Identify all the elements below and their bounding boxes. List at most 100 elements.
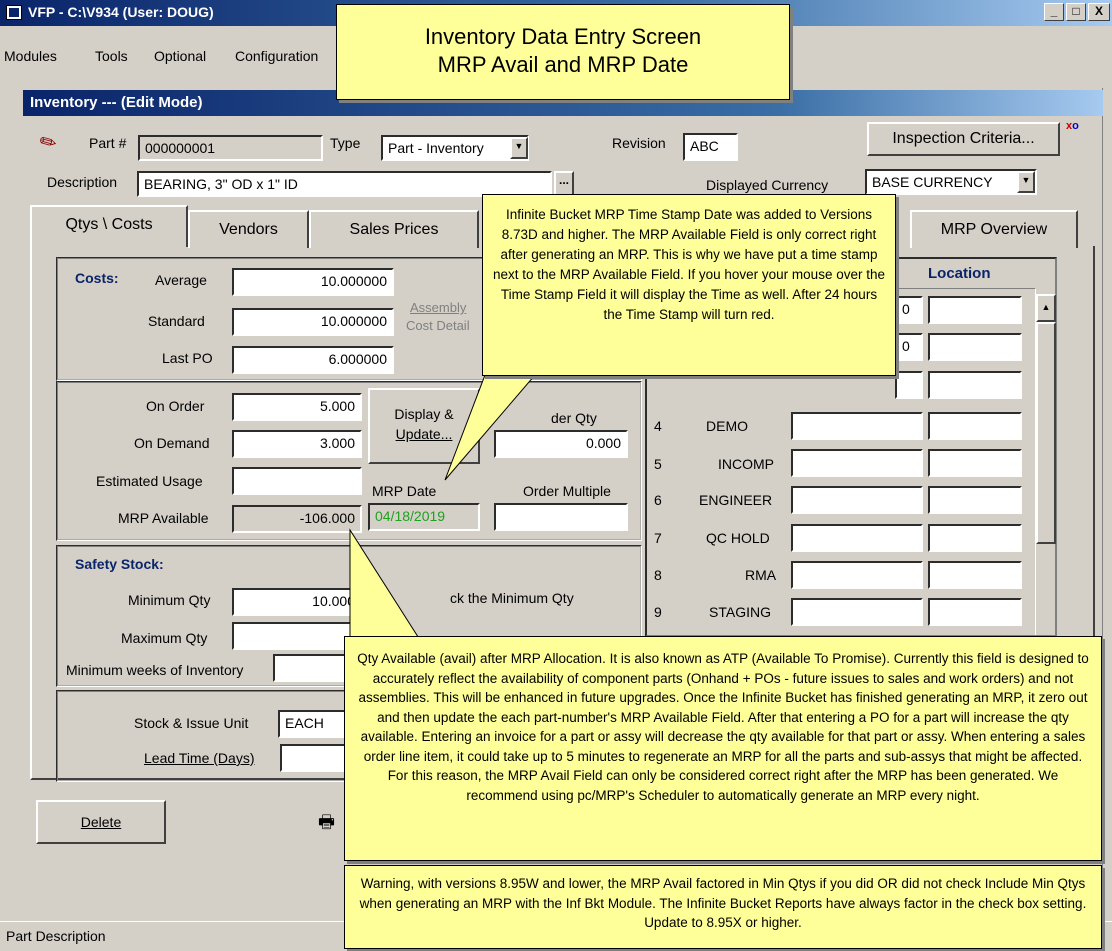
location-qty-cell[interactable]: 0	[895, 333, 923, 361]
row-number: 4	[654, 418, 662, 434]
row-number: 8	[654, 567, 662, 583]
location-cell[interactable]	[928, 486, 1022, 514]
safety-stock-heading: Safety Stock:	[75, 556, 164, 572]
menu-tools[interactable]: Tools	[95, 48, 128, 64]
row-number: 9	[654, 604, 662, 620]
warehouse-name: STAGING	[709, 604, 771, 620]
display-update-label-2: Update...	[395, 426, 453, 442]
on-order-field[interactable]: 5.000	[232, 393, 362, 421]
warehouse-name: QC HOLD	[706, 530, 770, 546]
display-update-button[interactable]: Display & Update...	[368, 388, 480, 464]
warehouse-name: ENGINEER	[699, 492, 773, 508]
title-callout-line-1: Inventory Data Entry Screen	[424, 24, 702, 49]
tab-vendors[interactable]: Vendors	[188, 210, 309, 248]
location-qty-cell[interactable]	[895, 371, 923, 399]
maximum-qty-label: Maximum Qty	[121, 630, 208, 646]
currency-dropdown-icon[interactable]: ▼	[1017, 171, 1035, 193]
qty-available-callout: Qty Available (avail) after MRP Allocati…	[344, 636, 1102, 861]
title-callout: Inventory Data Entry Screen MRP Avail an…	[336, 4, 790, 100]
tab-mrp-overview[interactable]: MRP Overview	[910, 210, 1078, 248]
minimum-qty-field[interactable]: 10.000	[232, 588, 362, 616]
location-cell[interactable]	[928, 371, 1022, 399]
costs-heading: Costs:	[75, 270, 119, 286]
menu-optional[interactable]: Optional	[154, 48, 206, 64]
location-cell[interactable]	[928, 333, 1022, 361]
location-column-header: Location	[928, 265, 991, 282]
check-min-qty-label: ck the Minimum Qty	[450, 590, 574, 606]
stock-unit-label: Stock & Issue Unit	[134, 715, 249, 731]
timestamp-callout: Infinite Bucket MRP Time Stamp Date was …	[482, 194, 896, 376]
close-button[interactable]: X	[1088, 3, 1110, 21]
warehouse-qty-cell[interactable]	[791, 598, 923, 626]
mrp-date-field: 04/18/2019	[368, 503, 480, 531]
average-cost-field[interactable]: 10.000000	[232, 268, 394, 296]
minimize-button[interactable]: _	[1044, 3, 1064, 21]
scroll-up-icon[interactable]: ▲	[1036, 294, 1056, 322]
type-select[interactable]: Part - Inventory	[381, 135, 529, 161]
order-multiple-field[interactable]	[494, 503, 628, 531]
location-cell[interactable]	[928, 296, 1022, 324]
last-po-label: Last PO	[162, 350, 213, 366]
warehouse-qty-cell[interactable]	[791, 486, 923, 514]
row-number: 6	[654, 492, 662, 508]
app-icon	[6, 5, 22, 20]
warehouse-qty-cell[interactable]	[791, 561, 923, 589]
min-weeks-field[interactable]	[273, 654, 353, 682]
on-demand-field[interactable]: 3.000	[232, 430, 362, 458]
maximize-button[interactable]: □	[1066, 3, 1086, 21]
type-dropdown-icon[interactable]: ▼	[510, 137, 528, 159]
app-title: VFP - C:\V934 (User: DOUG)	[28, 4, 214, 20]
minimum-qty-label: Minimum Qty	[128, 592, 211, 608]
cost-detail-label: Cost Detail	[406, 318, 470, 333]
row-number: 5	[654, 456, 662, 472]
order-qty-field[interactable]: 0.000	[494, 430, 628, 458]
currency-select[interactable]: BASE CURRENCY	[865, 169, 1037, 195]
location-cell[interactable]	[928, 561, 1022, 589]
lead-time-field[interactable]	[280, 744, 350, 772]
location-cell[interactable]	[928, 449, 1022, 477]
row-number: 7	[654, 530, 662, 546]
lead-time-label[interactable]: Lead Time (Days)	[144, 750, 254, 766]
standard-label: Standard	[148, 313, 205, 329]
inspection-criteria-button[interactable]: Inspection Criteria...	[867, 122, 1060, 156]
part-number-label: Part #	[89, 135, 127, 151]
warehouse-qty-cell[interactable]	[791, 524, 923, 552]
standard-cost-field[interactable]: 10.000000	[232, 308, 394, 336]
scroll-thumb[interactable]	[1036, 322, 1056, 544]
revision-field[interactable]: ABC	[683, 133, 738, 161]
tab-qtys-costs[interactable]: Qtys \ Costs	[30, 205, 188, 247]
warehouse-name: INCOMP	[718, 456, 774, 472]
tab-sales-prices[interactable]: Sales Prices	[309, 210, 479, 248]
part-number-field[interactable]: 000000001	[138, 135, 323, 161]
location-qty-cell[interactable]: 0	[895, 296, 923, 324]
location-cell[interactable]	[928, 412, 1022, 440]
location-cell[interactable]	[928, 524, 1022, 552]
currency-label: Displayed Currency	[706, 177, 829, 193]
display-update-label-1: Display &	[394, 406, 454, 422]
warning-callout: Warning, with versions 8.95W and lower, …	[344, 865, 1102, 949]
delete-button[interactable]: Delete	[36, 800, 166, 844]
estimated-usage-label: Estimated Usage	[96, 473, 203, 489]
order-qty-label: der Qty	[551, 410, 597, 426]
on-order-label: On Order	[146, 398, 205, 414]
title-callout-line-2: MRP Avail and MRP Date	[437, 52, 689, 77]
stock-unit-field[interactable]: EACH	[278, 710, 348, 738]
average-label: Average	[155, 272, 207, 288]
last-po-cost-field[interactable]: 6.000000	[232, 346, 394, 374]
print-icon[interactable]: 🖶	[318, 810, 335, 840]
maximum-qty-field[interactable]	[232, 622, 362, 650]
warehouse-name: DEMO	[706, 418, 748, 434]
menu-modules[interactable]: Modules	[4, 48, 57, 64]
location-cell[interactable]	[928, 598, 1022, 626]
on-demand-label: On Demand	[134, 435, 210, 451]
type-label: Type	[330, 135, 361, 151]
description-label: Description	[47, 174, 118, 190]
assembly-cost-button[interactable]: Assembly	[410, 300, 466, 315]
revision-label: Revision	[612, 135, 666, 151]
warehouse-qty-cell[interactable]	[791, 412, 923, 440]
estimated-usage-field[interactable]	[232, 467, 362, 495]
warehouse-qty-cell[interactable]	[791, 449, 923, 477]
help-icon[interactable]: xo	[1066, 120, 1079, 132]
order-multiple-label: Order Multiple	[523, 483, 611, 499]
menu-configuration[interactable]: Configuration	[235, 48, 318, 64]
